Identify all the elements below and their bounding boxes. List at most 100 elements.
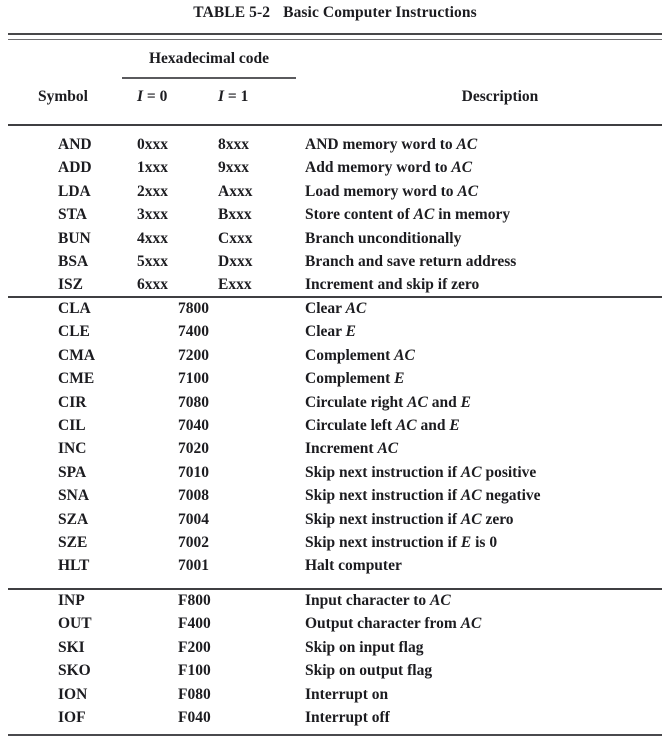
- column-header-i1: I = 1: [218, 88, 249, 105]
- cell-symbol: CMA: [58, 346, 96, 364]
- header-separator-rule: [8, 124, 662, 127]
- cell-hex-i1: 8xxx: [218, 136, 249, 153]
- table-row: LDA 2xxx Axxx Load memory word to AC: [0, 183, 670, 206]
- cell-hex-i0: 4xxx: [137, 229, 168, 247]
- cell-hex-code: F040: [178, 708, 211, 726]
- description-register-name: AC: [456, 136, 478, 153]
- cell-description: Increment and skip if zero: [305, 276, 480, 294]
- cell-symbol: INC: [58, 440, 87, 458]
- cell-description: Output character from AC: [305, 615, 482, 633]
- cell-hex-i0: 3xxx: [137, 206, 168, 224]
- caption-label: TABLE: [193, 4, 246, 21]
- description-register-name: AC: [460, 510, 482, 528]
- cell-symbol: BSA: [58, 252, 89, 270]
- cell-hex-i0: 1xxx: [137, 159, 168, 177]
- cell-hex-code: F100: [178, 662, 211, 680]
- table-row: ION F080 Interrupt on: [0, 686, 670, 709]
- cell-hex-i1: Dxxx: [218, 252, 253, 270]
- top-rule-thick: [8, 33, 662, 36]
- description-register-name: AC: [460, 463, 482, 481]
- cell-symbol: CME: [58, 370, 95, 388]
- cell-hex-code: 7100: [178, 370, 209, 388]
- top-rule-thin: [8, 38, 662, 40]
- description-register-name: E: [460, 393, 471, 411]
- table-row: SZE 7002 Skip next instruction if E is 0: [0, 534, 670, 557]
- table-caption: TABLE 5-2 Basic Computer Instructions: [0, 4, 670, 22]
- hexadecimal-code-group-header: Hexadecimal code: [148, 50, 270, 67]
- cell-description: Interrupt on: [305, 685, 389, 703]
- block-separator-rule-1: [8, 296, 662, 299]
- cell-hex-i1: Axxx: [218, 182, 253, 200]
- bottom-rule: [8, 734, 662, 736]
- table-row: HLT 7001 Halt computer: [0, 557, 670, 580]
- cell-description: Skip on output flag: [305, 662, 433, 680]
- cell-description: Clear AC: [305, 300, 367, 317]
- cell-symbol: SKO: [58, 662, 91, 680]
- cell-symbol: CIR: [58, 393, 87, 411]
- table-row: OUT F400 Output character from AC: [0, 615, 670, 638]
- cell-hex-i0: 6xxx: [137, 276, 168, 294]
- cell-hex-code: 7080: [178, 393, 209, 411]
- description-register-name: AC: [413, 206, 435, 224]
- cell-description: Skip next instruction if AC positive: [305, 463, 537, 481]
- table-row: INC 7020 Increment AC: [0, 440, 670, 463]
- cell-hex-code: 7400: [178, 323, 209, 341]
- cell-hex-code: F080: [178, 685, 211, 703]
- description-register-name: E: [394, 370, 405, 388]
- cell-hex-code: 7020: [178, 440, 209, 458]
- cell-symbol: CLE: [58, 323, 90, 341]
- table-row: CMA 7200 Complement AC: [0, 347, 670, 370]
- table-row: ADD 1xxx 9xxx Add memory word to AC: [0, 159, 670, 182]
- cell-description: Complement E: [305, 370, 405, 388]
- cell-hex-code: F200: [178, 638, 211, 656]
- cell-symbol: CIL: [58, 416, 86, 434]
- description-register-name: AC: [407, 393, 428, 411]
- column-header-symbol: Symbol: [38, 88, 88, 105]
- hexadecimal-code-group-rule: [122, 77, 296, 79]
- cell-symbol: LDA: [58, 182, 91, 200]
- cell-symbol: INP: [58, 592, 85, 609]
- cell-description: Circulate left AC and E: [305, 416, 460, 434]
- cell-description: Circulate right AC and E: [305, 393, 471, 411]
- table-row: CIL 7040 Circulate left AC and E: [0, 417, 670, 440]
- cell-symbol: SZA: [58, 510, 89, 528]
- cell-hex-i1: Exxx: [218, 276, 252, 294]
- cell-symbol: SKI: [58, 638, 85, 656]
- cell-symbol: ION: [58, 685, 88, 703]
- cell-description: Complement AC: [305, 346, 415, 364]
- description-register-name: AC: [457, 182, 479, 200]
- cell-description: Input character to AC: [305, 592, 451, 609]
- table-row: AND 0xxx 8xxx AND memory word to AC: [0, 136, 670, 159]
- column-header-i0: I = 0: [137, 88, 168, 105]
- table-row: BSA 5xxx Dxxx Branch and save return addres…: [0, 253, 670, 276]
- caption-number: 5-2: [249, 4, 271, 21]
- table-row: SKO F100 Skip on output flag: [0, 662, 670, 685]
- description-register-name: AC: [451, 159, 473, 177]
- cell-description: Skip next instruction if E is 0: [305, 533, 498, 551]
- cell-description: Store content of AC in memory: [305, 206, 511, 224]
- cell-description: AND memory word to AC: [305, 136, 478, 153]
- cell-description: Interrupt off: [305, 708, 390, 726]
- description-register-name: E: [460, 533, 472, 551]
- cell-symbol: AND: [58, 136, 92, 153]
- cell-hex-code: 7040: [178, 416, 209, 434]
- cell-hex-code: 7001: [178, 557, 209, 575]
- description-register-name: AC: [460, 615, 482, 633]
- table-row: INP F800 Input character to AC: [0, 592, 670, 615]
- cell-hex-code: 7800: [178, 300, 209, 317]
- cell-description: Skip next instruction if AC negative: [305, 487, 541, 505]
- cell-hex-code: 7008: [178, 487, 209, 505]
- cell-symbol: SPA: [58, 463, 87, 481]
- cell-hex-i0: 5xxx: [137, 252, 168, 270]
- cell-description: Halt computer: [305, 557, 402, 575]
- cell-symbol: OUT: [58, 615, 92, 633]
- table-row: CLE 7400 Clear E: [0, 323, 670, 346]
- cell-hex-i1: 9xxx: [218, 159, 249, 177]
- table-row: SNA 7008 Skip next instruction if AC negat…: [0, 487, 670, 510]
- memory-reference-instruction-block: AND 0xxx 8xxx AND memory word to AC ADD 1xxx 9…: [0, 136, 670, 300]
- table-row: BUN 4xxx Cxxx Branch unconditionally: [0, 230, 670, 253]
- cell-hex-code: F400: [178, 615, 211, 633]
- description-register-name: AC: [377, 440, 399, 458]
- cell-symbol: BUN: [58, 229, 91, 247]
- column-header-description: Description: [461, 88, 539, 105]
